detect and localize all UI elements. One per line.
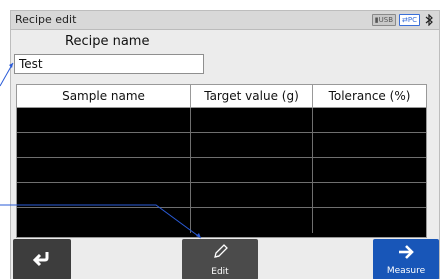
title-bar: Recipe edit ▮USB ⇄PC	[11, 11, 439, 30]
table-cell[interactable]	[17, 158, 191, 182]
column-header-target-value: Target value (g)	[191, 85, 313, 107]
table-cell[interactable]	[313, 208, 426, 233]
table-row[interactable]	[17, 183, 426, 208]
recipe-name-label: Recipe name	[65, 34, 150, 49]
usb-icon: ▮USB	[371, 14, 397, 26]
table-cell[interactable]	[191, 158, 313, 182]
arrow-right-icon	[397, 244, 415, 264]
edit-button[interactable]: Edit	[182, 239, 258, 279]
sample-table: Sample name Target value (g) Tolerance (…	[16, 84, 427, 238]
edit-label: Edit	[211, 266, 229, 277]
table-cell[interactable]	[17, 183, 191, 207]
table-cell[interactable]	[313, 108, 426, 132]
usb-label: USB	[378, 16, 394, 24]
table-cell[interactable]	[17, 108, 191, 132]
measure-button[interactable]: Measure	[373, 239, 439, 279]
bluetooth-icon	[423, 13, 435, 27]
table-cell[interactable]	[313, 183, 426, 207]
table-row[interactable]	[17, 208, 426, 233]
table-cell[interactable]	[313, 158, 426, 182]
table-row[interactable]	[17, 108, 426, 133]
return-arrow-icon	[32, 249, 52, 271]
table-cell[interactable]	[191, 183, 313, 207]
bottom-toolbar: Edit Measure	[11, 239, 439, 279]
status-indicators: ▮USB ⇄PC	[371, 13, 435, 27]
recipe-name-input[interactable]: Test	[14, 54, 204, 74]
table-header: Sample name Target value (g) Tolerance (…	[17, 85, 426, 108]
pc-connection-icon: ⇄PC	[399, 14, 420, 26]
table-row[interactable]	[17, 158, 426, 183]
column-header-tolerance: Tolerance (%)	[328, 89, 411, 103]
table-row[interactable]	[17, 133, 426, 158]
recipe-edit-screen: Recipe edit ▮USB ⇄PC Recipe name Test Sa…	[10, 10, 440, 279]
window-title: Recipe edit	[15, 13, 77, 26]
table-cell[interactable]	[191, 108, 313, 132]
pc-label: PC	[407, 16, 417, 24]
table-cell[interactable]	[313, 133, 426, 157]
column-header-sample-name: Sample name	[17, 85, 191, 107]
table-cell[interactable]	[191, 133, 313, 157]
back-button[interactable]	[13, 239, 71, 279]
table-cell[interactable]	[17, 133, 191, 157]
pencil-icon	[211, 243, 229, 265]
table-cell[interactable]	[17, 208, 191, 233]
table-cell[interactable]	[191, 208, 313, 233]
measure-label: Measure	[386, 265, 426, 276]
